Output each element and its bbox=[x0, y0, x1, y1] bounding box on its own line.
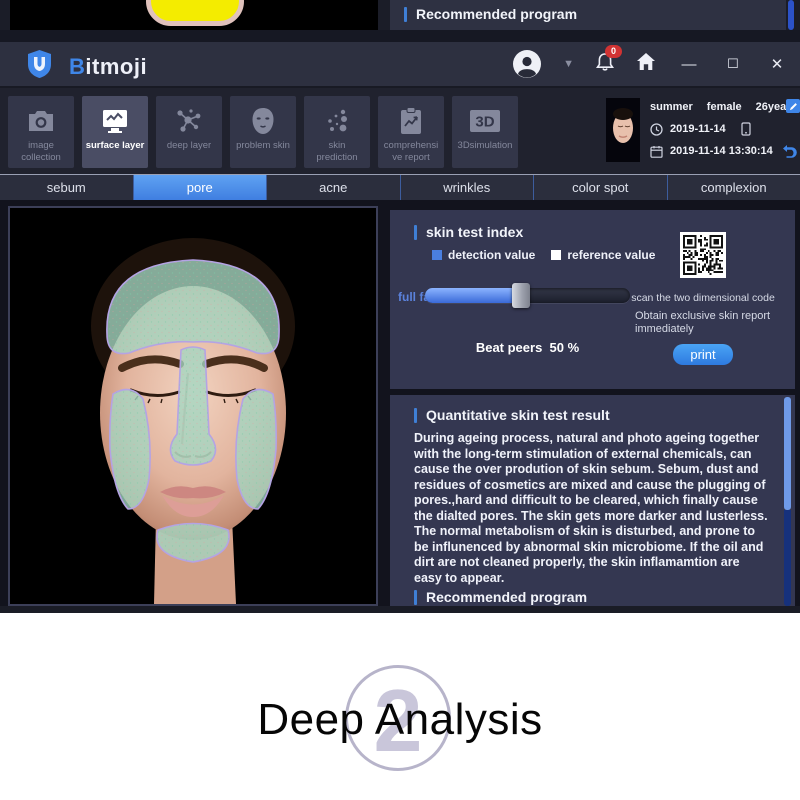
face-analysis-image bbox=[8, 206, 378, 606]
test-datetime: 2019-11-14 13:30:14 bbox=[670, 145, 773, 157]
maximize-button[interactable]: ☐ bbox=[722, 56, 744, 72]
detection-value-swatch bbox=[432, 250, 442, 260]
beat-peers-text: Beat peers 50 % bbox=[425, 340, 630, 355]
molecule-icon bbox=[174, 102, 204, 140]
toolbar-label: 3Dsimulation bbox=[455, 140, 516, 152]
toolbar-label: image collection bbox=[8, 140, 74, 163]
app-title: Bitmoji bbox=[69, 54, 147, 80]
scrollbar-thumb[interactable] bbox=[784, 397, 791, 510]
toolbar-surface-layer[interactable]: surface layer bbox=[82, 96, 148, 168]
skin-test-index-panel: skin test index detection value referenc… bbox=[390, 210, 795, 389]
previous-recommended-panel: Recommended program bbox=[390, 0, 786, 31]
toolbar-problem-skin[interactable]: problem skin bbox=[230, 96, 296, 168]
chevron-down-icon[interactable]: ▼ bbox=[563, 58, 574, 70]
home-icon[interactable] bbox=[636, 52, 656, 76]
season-value: summer bbox=[650, 101, 693, 113]
metric-tabbar: sebum pore acne wrinkles color spot comp… bbox=[0, 174, 800, 201]
svg-text:3D: 3D bbox=[475, 114, 494, 131]
section-accent-bar bbox=[404, 7, 407, 22]
window-seam bbox=[0, 30, 800, 42]
device-icon bbox=[741, 122, 751, 136]
result-panel-title: Quantitative skin test result bbox=[426, 407, 610, 423]
section-accent-bar bbox=[414, 408, 417, 423]
tab-pore[interactable]: pore bbox=[134, 175, 268, 201]
toolbar-image-collection[interactable]: image collection bbox=[8, 96, 74, 168]
print-button[interactable]: print bbox=[673, 344, 733, 365]
dots-scatter-icon bbox=[323, 102, 351, 140]
uv-chin-highlight bbox=[146, 0, 244, 26]
legend-label: detection value bbox=[448, 248, 535, 262]
edit-icon[interactable] bbox=[786, 99, 800, 113]
toolbar-label: surface layer bbox=[83, 140, 148, 152]
mode-toolbar: image collection surface layer deep laye… bbox=[0, 86, 800, 176]
face-mask-icon bbox=[250, 102, 276, 140]
scrollbar-track bbox=[784, 510, 791, 606]
section-accent-bar bbox=[414, 590, 417, 605]
clock-icon bbox=[650, 123, 663, 136]
toolbar-3d-simulation[interactable]: 3D 3Dsimulation bbox=[452, 96, 518, 168]
toolbar-deep-layer[interactable]: deep layer bbox=[156, 96, 222, 168]
close-button[interactable]: ✕ bbox=[766, 55, 788, 73]
gender-value: female bbox=[707, 101, 742, 113]
titlebar: Bitmoji ▼ 0 bbox=[0, 42, 800, 86]
qr-subcaption: Obtain exclusive skin report immediately bbox=[623, 310, 783, 336]
index-slider-track[interactable] bbox=[425, 288, 630, 303]
qr-caption: scan the two dimensional code bbox=[623, 292, 783, 304]
main-content: skin test index detection value referenc… bbox=[0, 200, 800, 613]
toolbar-skin-prediction[interactable]: skin prediction bbox=[304, 96, 370, 168]
toolbar-label: problem skin bbox=[233, 140, 293, 152]
qr-code bbox=[680, 232, 726, 278]
patient-info-card: summer female 26years old 2019-11-14 bbox=[600, 96, 796, 170]
notification-bell-icon[interactable]: 0 bbox=[596, 52, 614, 77]
scrollbar-thumb[interactable] bbox=[788, 0, 794, 30]
clipboard-report-icon bbox=[398, 102, 424, 140]
tab-color-spot[interactable]: color spot bbox=[534, 175, 668, 201]
camera-icon bbox=[26, 102, 56, 140]
previous-face-photo bbox=[10, 0, 378, 30]
tab-acne[interactable]: acne bbox=[267, 175, 401, 201]
calendar-icon bbox=[650, 145, 663, 158]
window-bottom-edge bbox=[0, 606, 800, 613]
3d-icon: 3D bbox=[468, 102, 502, 140]
account-avatar[interactable] bbox=[513, 50, 541, 78]
recommended-program-header: Recommended program bbox=[426, 589, 587, 605]
index-panel-title: skin test index bbox=[426, 224, 523, 240]
result-body-text: During ageing process, natural and photo… bbox=[414, 431, 769, 586]
index-slider-fill bbox=[425, 288, 521, 303]
recommended-program-header: Recommended program bbox=[416, 6, 577, 22]
tab-wrinkles[interactable]: wrinkles bbox=[401, 175, 535, 201]
tab-sebum[interactable]: sebum bbox=[0, 175, 134, 201]
toolbar-label: skin prediction bbox=[304, 140, 370, 163]
result-scrollbar bbox=[784, 397, 791, 606]
toolbar-label: comprehensi ve report bbox=[378, 140, 444, 163]
app-logo-shield-icon bbox=[26, 49, 53, 84]
toolbar-comprehensive-report[interactable]: comprehensi ve report bbox=[378, 96, 444, 168]
notification-badge: 0 bbox=[605, 45, 622, 58]
surface-layer-icon bbox=[99, 102, 131, 140]
section-accent-bar bbox=[414, 225, 417, 240]
caption-title: Deep Analysis bbox=[0, 695, 800, 745]
test-date: 2019-11-14 bbox=[670, 123, 726, 135]
undo-icon[interactable] bbox=[781, 144, 798, 164]
quantitative-result-panel: Quantitative skin test result During age… bbox=[390, 395, 795, 606]
previous-screen-strip: Recommended program bbox=[0, 0, 800, 33]
toolbar-label: deep layer bbox=[164, 140, 214, 152]
marketing-caption: 2 Deep Analysis bbox=[0, 613, 800, 800]
skin-analyzer-window: Recommended program Bitmoji bbox=[0, 0, 800, 613]
tab-complexion[interactable]: complexion bbox=[668, 175, 800, 201]
index-slider-handle[interactable] bbox=[512, 283, 530, 308]
minimize-button[interactable]: — bbox=[678, 56, 700, 73]
patient-photo-thumbnail[interactable] bbox=[606, 98, 640, 162]
reference-value-swatch bbox=[551, 250, 561, 260]
